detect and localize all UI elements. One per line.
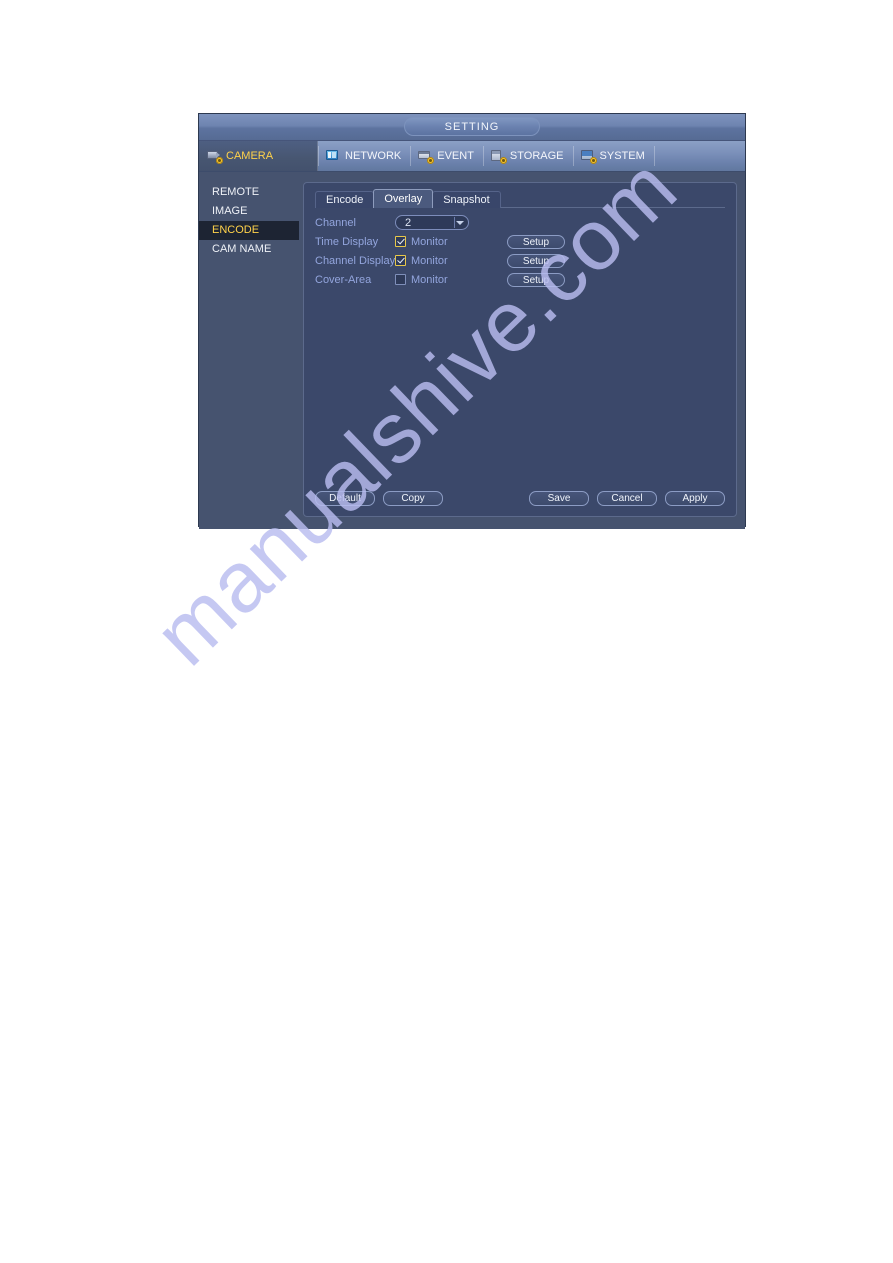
tab-overlay[interactable]: Overlay — [373, 189, 434, 208]
sidebar: REMOTE IMAGE ENCODE CAM NAME — [199, 172, 299, 529]
camera-icon — [207, 150, 223, 164]
tab-overlay-label: Overlay — [384, 193, 423, 205]
main-tabbar: CAMERA NETWORK EVENT STORAGE SYSTEM — [199, 141, 745, 172]
main-tab-camera[interactable]: CAMERA — [199, 141, 318, 171]
network-icon — [326, 149, 341, 163]
main-tab-event-label: EVENT — [437, 150, 474, 162]
cover-area-monitor-label: Monitor — [411, 273, 448, 286]
window-titlebar: SETTING — [199, 114, 745, 141]
window-title: SETTING — [404, 117, 540, 136]
checkbox-box — [395, 236, 406, 247]
channel-select-value: 2 — [405, 216, 412, 229]
storage-icon — [490, 149, 507, 164]
main-tab-event[interactable]: EVENT — [410, 141, 483, 171]
row-time-display: Time Display Monitor Setup — [315, 232, 725, 251]
main-tab-network-label: NETWORK — [345, 150, 402, 162]
row-channel-display: Channel Display Monitor Setup — [315, 251, 725, 270]
sidebar-item-image[interactable]: IMAGE — [199, 202, 299, 221]
channel-label: Channel — [315, 216, 356, 229]
row-channel: Channel 2 — [315, 213, 725, 232]
sidebar-item-cam-name-label: CAM NAME — [212, 243, 272, 255]
cover-area-label: Cover-Area — [315, 273, 372, 286]
sidebar-item-encode[interactable]: ENCODE — [199, 221, 299, 240]
overlay-form: Channel 2 Time Display Monitor Setup Cha… — [315, 213, 725, 289]
tab-encode[interactable]: Encode — [315, 191, 375, 208]
main-tabbar-filler — [653, 141, 745, 171]
window-body: REMOTE IMAGE ENCODE CAM NAME Encode Over… — [199, 172, 745, 529]
channel-select-divider — [454, 217, 455, 228]
time-display-monitor-label: Monitor — [411, 235, 448, 248]
tab-snapshot-label: Snapshot — [443, 194, 490, 206]
checkbox-box — [395, 255, 406, 266]
time-display-monitor-checkbox[interactable]: Monitor — [395, 236, 448, 248]
channel-display-label: Channel Display — [315, 254, 396, 267]
sidebar-item-image-label: IMAGE — [212, 205, 248, 217]
checkbox-box — [395, 274, 406, 285]
sidebar-item-remote-label: REMOTE — [212, 186, 260, 198]
row-cover-area: Cover-Area Monitor Setup — [315, 270, 725, 289]
sidebar-item-cam-name[interactable]: CAM NAME — [199, 240, 299, 259]
time-display-label: Time Display — [315, 235, 379, 248]
channel-display-monitor-label: Monitor — [411, 254, 448, 267]
panel-footer: Default Copy Save Cancel Apply — [315, 491, 725, 506]
cover-area-monitor-checkbox[interactable]: Monitor — [395, 274, 448, 286]
chevron-down-icon — [456, 221, 464, 225]
overlay-panel: Encode Overlay Snapshot Channel 2 Time D… — [303, 182, 737, 517]
main-tab-camera-label: CAMERA — [226, 150, 274, 162]
setting-window: SETTING CAMERA NETWORK EVENT STORAGE SYS… — [198, 113, 746, 529]
copy-button[interactable]: Copy — [383, 491, 443, 506]
tab-snapshot[interactable]: Snapshot — [432, 191, 501, 208]
time-display-setup-button[interactable]: Setup — [507, 234, 565, 249]
system-icon — [580, 149, 597, 164]
content-area: Encode Overlay Snapshot Channel 2 Time D… — [299, 172, 745, 529]
cancel-button[interactable]: Cancel — [597, 491, 657, 506]
event-icon — [418, 150, 435, 164]
main-tab-storage-label: STORAGE — [509, 150, 564, 162]
tab-encode-label: Encode — [326, 194, 364, 206]
main-tab-storage[interactable]: STORAGE — [482, 141, 573, 171]
sub-tabbar: Encode Overlay Snapshot — [315, 189, 501, 208]
cover-area-setup-button[interactable]: Setup — [507, 272, 565, 287]
sidebar-item-encode-label: ENCODE — [212, 224, 260, 236]
channel-display-setup-button[interactable]: Setup — [507, 253, 565, 268]
channel-select[interactable]: 2 — [395, 215, 469, 230]
main-tab-network[interactable]: NETWORK — [318, 141, 410, 171]
sidebar-item-remote[interactable]: REMOTE — [199, 183, 299, 202]
apply-button[interactable]: Apply — [665, 491, 725, 506]
main-tab-system-label: SYSTEM — [599, 150, 645, 162]
channel-display-monitor-checkbox[interactable]: Monitor — [395, 255, 448, 267]
main-tab-system[interactable]: SYSTEM — [572, 141, 654, 171]
save-button[interactable]: Save — [529, 491, 589, 506]
default-button[interactable]: Default — [315, 491, 375, 506]
